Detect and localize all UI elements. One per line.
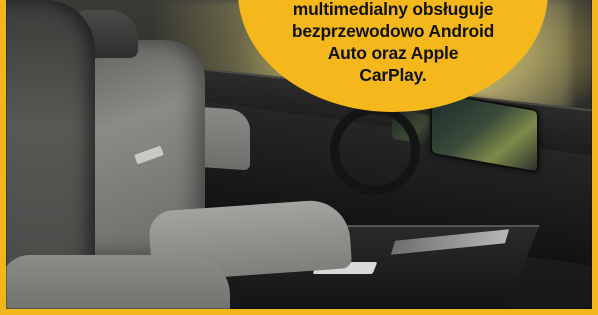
steering-wheel: [330, 105, 420, 195]
callout-line: multimedialny obsługuje: [292, 0, 494, 19]
callout-line: bezprzewodowo Android: [291, 21, 495, 41]
rear-seat-cushion: [0, 255, 230, 315]
callout-line: CarPlay.: [359, 65, 427, 85]
callout-line: Auto oraz Apple: [327, 43, 459, 63]
callout-text: multimedialny obsługuje bezprzewodowo An…: [258, 0, 528, 86]
